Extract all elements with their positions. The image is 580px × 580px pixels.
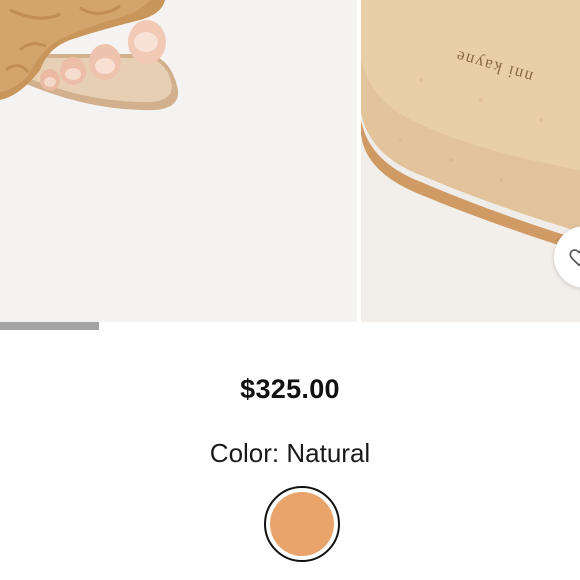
slipper-toe-illustration bbox=[0, 0, 357, 322]
color-swatch-natural[interactable] bbox=[264, 486, 340, 562]
color-label: Color: Natural bbox=[209, 438, 371, 468]
product-image-2[interactable]: nni kayne bbox=[361, 0, 580, 322]
product-image-1[interactable] bbox=[0, 0, 357, 322]
color-swatch-fill bbox=[270, 492, 334, 556]
heart-icon bbox=[569, 249, 580, 267]
product-image-gallery[interactable]: nni kayne bbox=[0, 0, 580, 322]
gallery-progress-bar bbox=[0, 322, 580, 330]
product-page: nni kayne $325.00 Color: Natural bbox=[0, 0, 580, 580]
insole-closeup-illustration: nni kayne bbox=[361, 0, 580, 322]
gallery-progress-fill bbox=[0, 322, 99, 330]
product-price: $325.00 bbox=[240, 374, 340, 404]
